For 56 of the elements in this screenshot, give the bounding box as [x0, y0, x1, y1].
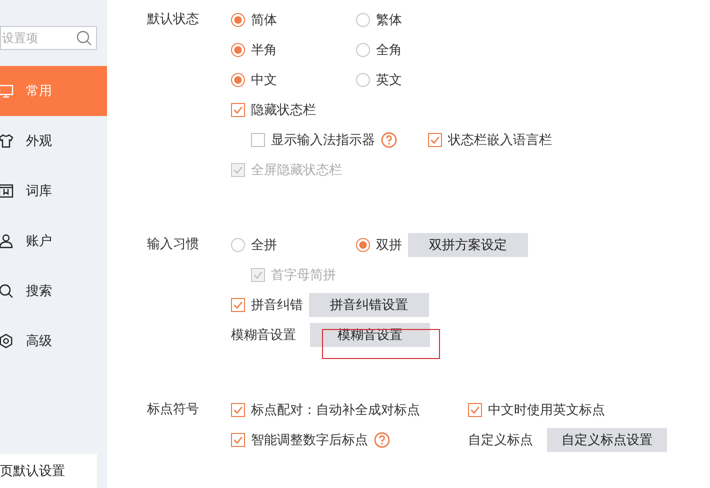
help-icon[interactable]	[381, 132, 397, 148]
checkbox[interactable]	[428, 133, 442, 147]
settings-button[interactable]: 自定义标点设置	[547, 428, 667, 452]
radio-option[interactable]: 繁体	[356, 11, 402, 29]
checkbox-label: 拼音纠错	[251, 297, 303, 314]
radio-option[interactable]: 英文	[356, 71, 402, 89]
setting-label: 自定义标点	[468, 432, 533, 449]
checkbox[interactable]	[231, 433, 245, 447]
search-field[interactable]: 设置项	[0, 26, 97, 50]
search-icon	[76, 30, 92, 46]
section-label: 输入习惯	[147, 236, 200, 254]
checkbox-label: 中文时使用英文标点	[488, 402, 605, 419]
radio-option[interactable]: 中文	[231, 71, 277, 89]
radio-button[interactable]	[231, 238, 245, 252]
search-icon	[0, 283, 14, 299]
book-icon	[0, 183, 14, 199]
radio-option[interactable]: 双拼	[356, 236, 402, 254]
help-icon[interactable]	[374, 432, 390, 448]
sidebar-item[interactable]: 账户	[0, 216, 107, 266]
user-icon	[0, 233, 14, 249]
radio-button[interactable]	[356, 73, 370, 87]
sidebar-item[interactable]: 搜索	[0, 266, 107, 316]
checkbox-label: 状态栏嵌入语言栏	[448, 132, 552, 149]
checkbox-label: 智能调整数字后标点	[251, 432, 368, 449]
radio-button[interactable]	[356, 238, 370, 252]
checkbox-label: 隐藏状态栏	[251, 102, 316, 119]
radio-button[interactable]	[356, 13, 370, 27]
settings-button[interactable]: 拼音纠错设置	[309, 293, 429, 317]
checkbox[interactable]	[231, 403, 245, 417]
checkbox-label: 首字母简拼	[271, 267, 336, 284]
radio-option[interactable]: 简体	[231, 11, 277, 29]
checkbox-label: 显示输入法指示器	[271, 132, 375, 149]
radio-option[interactable]: 半角	[231, 41, 277, 59]
checkbox[interactable]	[468, 403, 482, 417]
checkbox[interactable]	[231, 298, 245, 312]
radio-button[interactable]	[231, 13, 245, 27]
sidebar-item[interactable]: 外观	[0, 116, 107, 166]
shirt-icon	[0, 133, 14, 149]
checkbox-label: 标点配对：自动补全成对标点	[251, 402, 420, 419]
setting-label: 模糊音设置	[231, 327, 296, 344]
reset-defaults-button[interactable]: 页默认设置	[0, 454, 97, 488]
monitor-icon	[0, 83, 14, 99]
checkbox-label: 全屏隐藏状态栏	[251, 162, 342, 179]
checkbox[interactable]	[231, 103, 245, 117]
sidebar-item[interactable]: 高级	[0, 316, 107, 366]
radio-button[interactable]	[356, 43, 370, 57]
radio-button[interactable]	[231, 73, 245, 87]
checkbox[interactable]	[251, 133, 265, 147]
section-label: 标点符号	[147, 401, 200, 419]
sidebar-item[interactable]: 词库	[0, 166, 107, 216]
settings-button[interactable]: 双拼方案设定	[408, 233, 528, 257]
radio-option[interactable]: 全角	[356, 41, 402, 59]
section-label: 默认状态	[147, 11, 200, 29]
radio-button[interactable]	[231, 43, 245, 57]
radio-option[interactable]: 全拼	[231, 236, 277, 254]
gear-icon	[0, 333, 14, 349]
